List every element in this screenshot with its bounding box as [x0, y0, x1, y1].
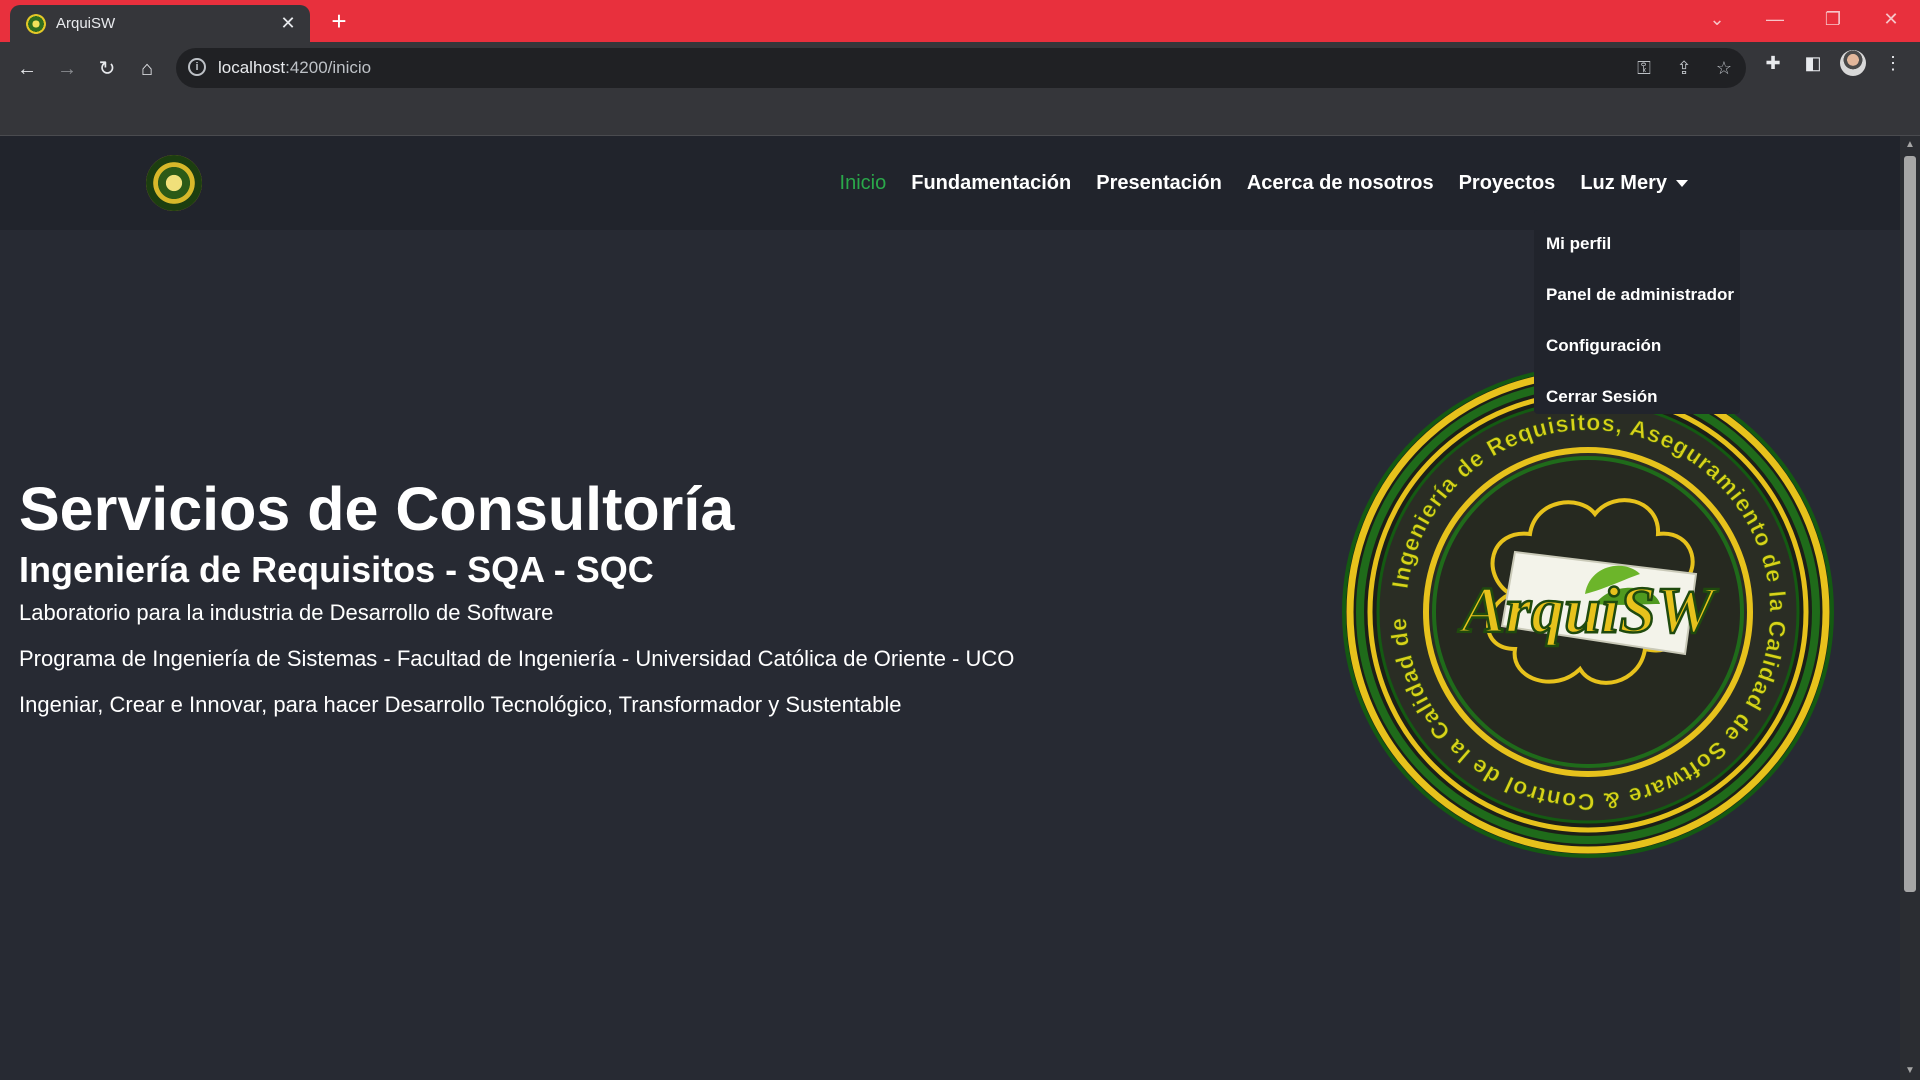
- url-text[interactable]: localhost:4200/inicio: [218, 58, 371, 78]
- nav-link-acerca[interactable]: Acerca de nosotros: [1247, 172, 1434, 195]
- hero-line-lema: Ingeniar, Crear e Innovar, para hacer De…: [19, 692, 902, 717]
- seal-logo-text: ArquiSW: [1457, 574, 1718, 647]
- caret-down-icon: [1676, 179, 1688, 187]
- share-icon[interactable]: ⇪: [1672, 56, 1696, 80]
- home-icon[interactable]: ⌂: [134, 56, 160, 82]
- close-window-button[interactable]: ✕: [1862, 0, 1920, 42]
- user-menu-toggle[interactable]: Luz Mery: [1580, 172, 1688, 195]
- side-panel-icon[interactable]: ◧: [1800, 50, 1826, 76]
- extensions-puzzle-icon[interactable]: ✚: [1760, 50, 1786, 76]
- profile-avatar[interactable]: [1840, 50, 1866, 76]
- new-tab-button[interactable]: +: [326, 8, 352, 34]
- bookmarks-bar: [0, 96, 1920, 136]
- restore-button[interactable]: ❐: [1804, 0, 1862, 42]
- site-info-icon[interactable]: i: [188, 58, 206, 76]
- address-bar[interactable]: i localhost:4200/inicio ⚿ ⇪ ☆: [176, 48, 1746, 88]
- scroll-up-arrow-icon[interactable]: ▲: [1900, 136, 1920, 154]
- user-menu-label: Luz Mery: [1580, 171, 1667, 194]
- nav-link-presentacion[interactable]: Presentación: [1096, 172, 1222, 195]
- hero-line-laboratorio: Laboratorio para la industria de Desarro…: [19, 600, 554, 625]
- window-controls: ⌄ — ❐ ✕: [1688, 0, 1920, 42]
- browser-tab-strip: ArquiSW ✕ + ⌄ — ❐ ✕: [0, 0, 1920, 42]
- back-arrow-icon[interactable]: ←: [14, 56, 40, 82]
- scroll-down-arrow-icon[interactable]: ▼: [1900, 1062, 1920, 1080]
- hero-title: Servicios de Consultoría: [19, 475, 735, 543]
- user-dropdown-menu: Mi perfil Panel de administrador Configu…: [1534, 210, 1740, 414]
- nav-link-inicio[interactable]: Inicio: [840, 172, 887, 195]
- page-viewport: Inicio Fundamentación Presentación Acerc…: [0, 136, 1900, 1080]
- url-path: :4200/inicio: [285, 58, 372, 77]
- site-favicon-icon: [26, 13, 46, 34]
- arquisw-seal: Ingeniería de Requisitos, Aseguramiento …: [1340, 364, 1834, 858]
- browser-extensions: ✚ ◧ ⋮: [1760, 50, 1920, 76]
- minimize-button[interactable]: —: [1746, 0, 1804, 42]
- menu-item-configuracion[interactable]: Configuración: [1534, 320, 1740, 371]
- scrollbar-thumb[interactable]: [1904, 156, 1916, 892]
- site-logo[interactable]: [146, 155, 202, 211]
- nav-link-fundamentacion[interactable]: Fundamentación: [911, 172, 1071, 195]
- menu-item-panel-admin[interactable]: Panel de administrador: [1534, 269, 1740, 320]
- tab-close-icon[interactable]: ✕: [278, 13, 298, 34]
- hero-section: Servicios de Consultoría Ingeniería de R…: [19, 474, 1119, 718]
- key-icon[interactable]: ⚿: [1632, 56, 1656, 80]
- browser-tab[interactable]: ArquiSW ✕: [10, 5, 310, 42]
- hero-line-programa: Programa de Ingeniería de Sistemas - Fac…: [19, 646, 1015, 671]
- browser-toolbar: ← → ↻ ⌂ i localhost:4200/inicio ⚿ ⇪ ☆ ✚ …: [0, 42, 1920, 96]
- forward-arrow-icon[interactable]: →: [54, 56, 80, 82]
- tab-title: ArquiSW: [56, 15, 116, 32]
- url-host: localhost: [218, 58, 286, 77]
- tab-search-icon[interactable]: ⌄: [1688, 0, 1746, 42]
- nav-link-proyectos[interactable]: Proyectos: [1459, 172, 1556, 195]
- page-scrollbar[interactable]: ▲ ▼: [1900, 136, 1920, 1080]
- hero-subtitle: Ingeniería de Requisitos - SQA - SQC: [19, 549, 654, 590]
- menu-item-cerrar-sesion[interactable]: Cerrar Sesión: [1534, 371, 1740, 422]
- reload-icon[interactable]: ↻: [94, 56, 120, 82]
- browser-menu-icon[interactable]: ⋮: [1880, 50, 1906, 76]
- bookmark-star-icon[interactable]: ☆: [1712, 56, 1736, 80]
- address-bar-actions: ⚿ ⇪ ☆: [1632, 56, 1736, 80]
- menu-item-mi-perfil[interactable]: Mi perfil: [1534, 218, 1740, 269]
